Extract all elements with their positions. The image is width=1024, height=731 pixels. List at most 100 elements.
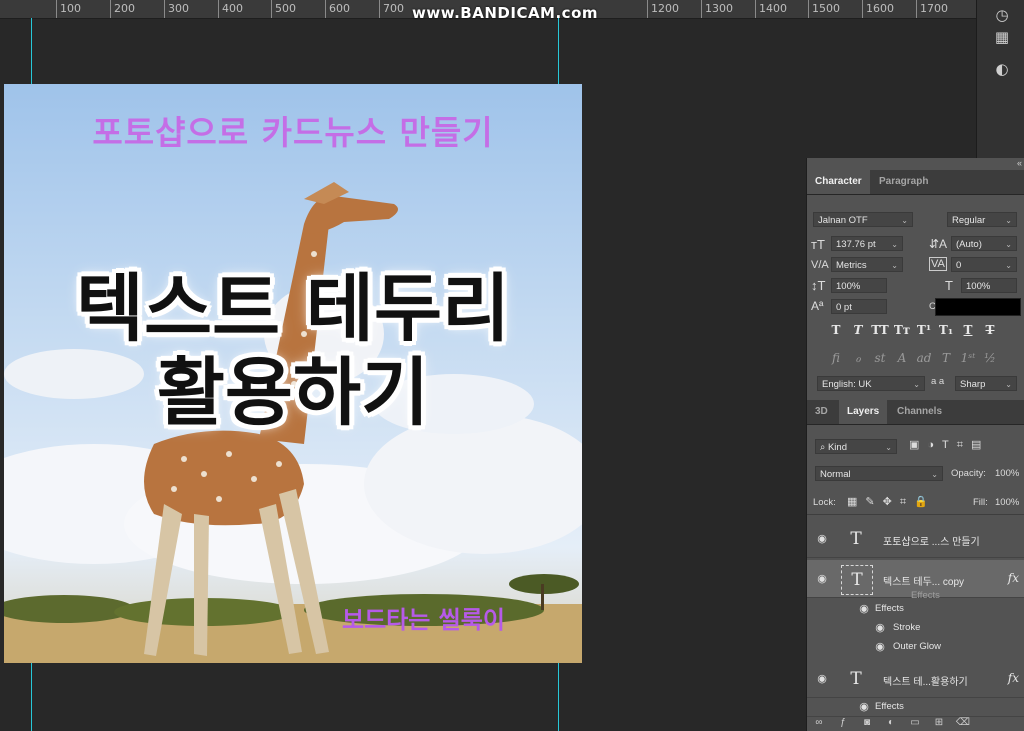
stylistic-alternates-button[interactable]: A [891, 351, 913, 365]
visibility-eye-icon[interactable]: ◉ [857, 700, 871, 714]
chevron-down-icon: ⌄ [901, 216, 908, 225]
effect-stroke-row[interactable]: ◉ Stroke [807, 619, 1024, 638]
add-mask-icon[interactable]: ◙ [855, 717, 879, 728]
history-icon[interactable]: ◷ [993, 6, 1011, 24]
visibility-eye-icon[interactable]: ◉ [815, 672, 829, 686]
text-layer-thumbnail: T [841, 565, 873, 595]
faux-italic-button[interactable]: T [847, 323, 869, 337]
layer-filter-select[interactable]: ⌕ Kind ⌄ [815, 439, 897, 454]
card-title-text[interactable]: 포토샵으로 카드뉴스 만들기 [4, 106, 582, 154]
visibility-eye-icon[interactable]: ◉ [873, 621, 887, 635]
layer-filter-value: Kind [827, 442, 847, 453]
ligatures-button[interactable]: ﬁ [825, 351, 847, 365]
baseline-shift-icon: Aª [811, 299, 824, 313]
font-size-field[interactable]: 137.76 pt ⌄ [831, 236, 903, 251]
swatches-grid-icon[interactable]: ▦ [993, 28, 1011, 46]
character-tabbar: Character Paragraph [807, 170, 1024, 195]
all-caps-button[interactable]: TT [869, 323, 891, 337]
visibility-eye-icon[interactable]: ◉ [873, 640, 887, 654]
ordinals-button[interactable]: 1ˢᵗ [957, 351, 979, 365]
layer-effects-icon[interactable]: fx [1008, 671, 1019, 685]
layer-filter-icons[interactable]: ▣◑T⌗▤ [909, 438, 989, 452]
leading-field[interactable]: (Auto) ⌄ [951, 236, 1017, 251]
tracking-icon: VA [929, 257, 947, 271]
horizontal-scale-icon: T [945, 278, 953, 293]
document-canvas[interactable]: 포토샵으로 카드뉴스 만들기 텍스트 테두리 활용하기 보드타는 씰룩이 [4, 84, 582, 663]
visibility-eye-icon[interactable]: ◉ [857, 602, 871, 616]
underline-button[interactable]: T [957, 323, 979, 337]
leading-value: (Auto) [956, 239, 982, 250]
contextual-button[interactable]: T [935, 351, 957, 365]
tab-layers[interactable]: Layers [839, 400, 888, 424]
text-color-swatch[interactable] [935, 298, 1021, 316]
card-headline-line-1: 텍스트 테두리 [75, 266, 511, 352]
layers-bottom-toolbar: ∞ ƒ ◙ ◐ ▭ ⊞ ⌫ [807, 716, 1024, 731]
properties-panel: « Character Paragraph Jalnan OTF ⌄ Regula… [806, 158, 1024, 731]
tab-channels[interactable]: Channels [889, 400, 950, 424]
old-style-button[interactable]: ℴ [847, 351, 869, 365]
horizontal-scale-value: 100% [966, 281, 991, 292]
fractions-button[interactable]: ½ [979, 351, 1001, 365]
tab-character[interactable]: Character [807, 170, 870, 194]
collapse-panel-icon[interactable]: « [1017, 158, 1022, 168]
chevron-down-icon: ⌄ [913, 380, 920, 389]
layer-name[interactable]: 포토샵으로 ...스 만들기 [883, 533, 980, 548]
vertical-scale-value: 100% [836, 281, 861, 292]
antialias-select[interactable]: Sharp ⌄ [955, 376, 1017, 391]
font-family-select[interactable]: Jalnan OTF ⌄ [813, 212, 913, 227]
chevron-down-icon: ⌄ [891, 261, 898, 270]
faux-bold-button[interactable]: T [825, 323, 847, 337]
visibility-eye-icon[interactable]: ◉ [815, 572, 829, 586]
adjustments-icon[interactable]: ◐ [993, 60, 1011, 78]
kerning-select[interactable]: Metrics ⌄ [831, 257, 903, 272]
tab-3d[interactable]: 3D [807, 400, 836, 424]
link-layers-icon[interactable]: ∞ [807, 717, 831, 728]
layer-effects-icon[interactable]: fx [1008, 571, 1019, 585]
card-headline-text[interactable]: 텍스트 테두리 활용하기 [4, 267, 582, 435]
horizontal-scale-field[interactable]: 100% [961, 278, 1017, 293]
vertical-scale-icon: ↕T [811, 278, 826, 293]
language-value: English: UK [822, 379, 872, 390]
effect-outer-glow-row[interactable]: ◉ Outer Glow [807, 638, 1024, 657]
strikethrough-button[interactable]: T [979, 323, 1001, 337]
search-icon: ⌕ [820, 442, 828, 453]
chevron-down-icon: ⌄ [891, 240, 898, 249]
card-author-text[interactable]: 보드타는 씰룩이 [342, 600, 505, 635]
lock-buttons[interactable]: ▦✎✥⌗🔒 [847, 495, 936, 509]
layer-name[interactable]: 텍스트 테...활용하기 [883, 673, 968, 688]
add-style-icon[interactable]: ƒ [831, 717, 855, 728]
baseline-shift-field[interactable]: 0 pt [831, 299, 887, 314]
tab-paragraph[interactable]: Paragraph [871, 170, 936, 194]
adjustment-layer-icon[interactable]: ◐ [879, 717, 903, 728]
ruler-label: 1500 [808, 0, 840, 18]
small-caps-button[interactable]: Tᴛ [891, 323, 913, 337]
font-size-value: 137.76 pt [836, 239, 876, 250]
superscript-button[interactable]: T¹ [913, 323, 935, 337]
ruler-label: 700 [379, 0, 404, 18]
effects-group-row[interactable]: ◉ Effects [807, 698, 1024, 717]
trash-icon[interactable]: ⌫ [951, 717, 975, 728]
tracking-field[interactable]: 0 ⌄ [951, 257, 1017, 272]
subscript-button[interactable]: T₁ [935, 323, 957, 337]
kerning-icon: V/A [811, 259, 829, 271]
layer-row[interactable]: ◉ T 텍스트 테...활용하기 fx [807, 660, 1024, 698]
swash-button[interactable]: st [869, 351, 891, 365]
recording-watermark: www.BANDICAM.com [412, 4, 599, 22]
titling-button[interactable]: ad [913, 351, 935, 365]
new-layer-icon[interactable]: ⊞ [927, 717, 951, 728]
layer-row[interactable]: ◉ T 포토샵으로 ...스 만들기 [807, 520, 1024, 558]
layer-row-selected[interactable]: ◉ T 텍스트 테두... copy fx Effects [807, 560, 1024, 601]
fill-value[interactable]: 100% [995, 497, 1019, 508]
effects-group-row[interactable]: ◉ Effects [807, 600, 1024, 619]
visibility-eye-icon[interactable]: ◉ [815, 532, 829, 546]
new-group-icon[interactable]: ▭ [903, 717, 927, 728]
language-select[interactable]: English: UK ⌄ [817, 376, 925, 391]
font-style-select[interactable]: Regular ⌄ [947, 212, 1017, 227]
ruler-label: 600 [325, 0, 350, 18]
ruler-label: 200 [110, 0, 135, 18]
blend-mode-select[interactable]: Normal ⌄ [815, 466, 943, 481]
opacity-value[interactable]: 100% [995, 468, 1019, 479]
vertical-scale-field[interactable]: 100% [831, 278, 887, 293]
panel-dock-toolbar: ◷ ▦ ◐ [976, 0, 1024, 160]
layer-name[interactable]: 텍스트 테두... copy [883, 573, 964, 588]
